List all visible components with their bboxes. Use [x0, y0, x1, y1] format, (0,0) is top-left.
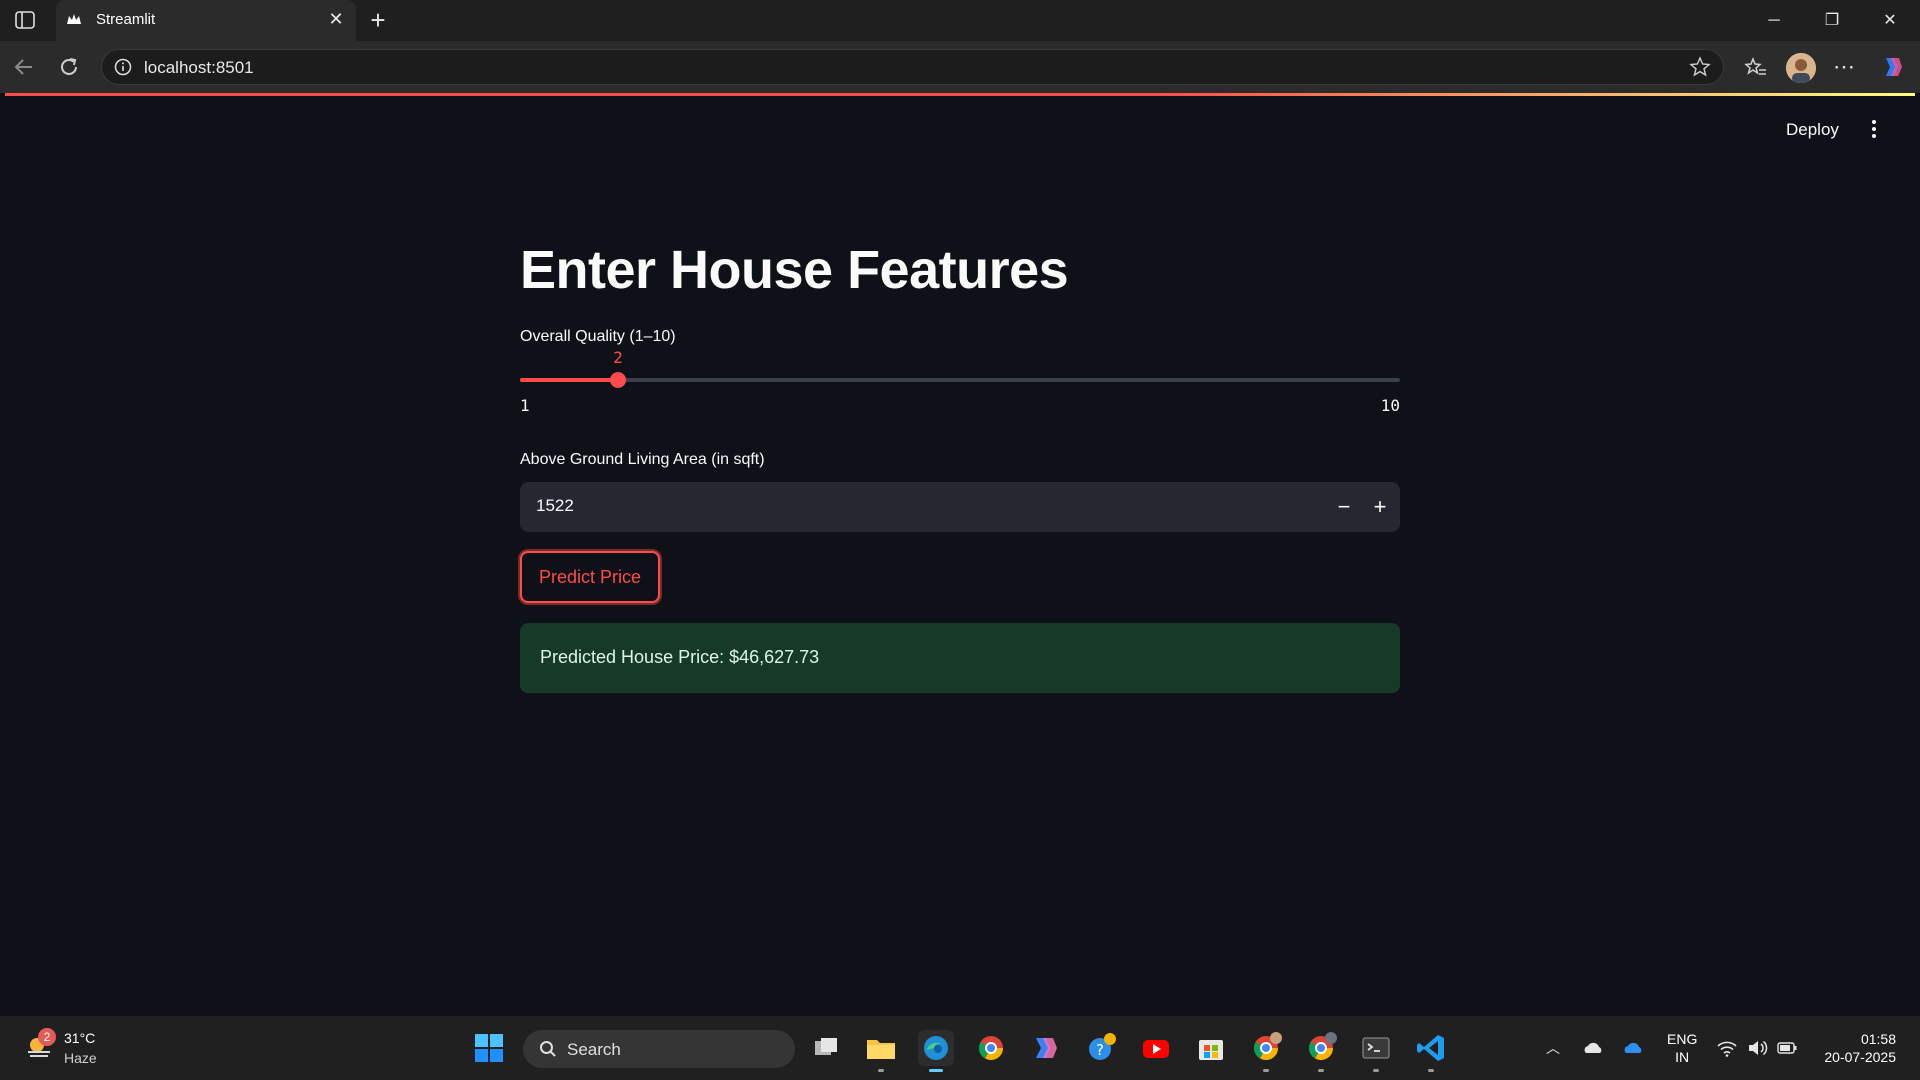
favorite-star-icon[interactable] — [1689, 56, 1711, 78]
running-indicator — [1318, 1069, 1324, 1072]
copilot-icon[interactable] — [1878, 53, 1906, 81]
predict-price-button[interactable]: Predict Price — [520, 551, 660, 603]
slider-current-value: 2 — [613, 348, 623, 367]
main-menu-icon[interactable] — [1869, 118, 1879, 140]
microsoft-store-icon[interactable] — [1193, 1030, 1229, 1066]
running-indicator — [878, 1069, 884, 1072]
living-area-value[interactable]: 1522 — [536, 496, 574, 516]
tab-close-icon[interactable]: ✕ — [326, 9, 346, 29]
slider-min-label: 1 — [520, 396, 530, 415]
more-menu-icon[interactable]: ⋯ — [1830, 53, 1858, 81]
input-language[interactable]: ENG IN — [1667, 1030, 1697, 1066]
profile-photo-icon — [1786, 53, 1816, 83]
weather-temperature[interactable]: 31°C — [64, 1030, 95, 1046]
streamlit-app: Deploy Enter House Features Overall Qual… — [5, 96, 1915, 1016]
language-code: ENG — [1667, 1031, 1698, 1047]
wifi-icon[interactable] — [1716, 1038, 1738, 1058]
living-area-label: Above Ground Living Area (in sqft) — [520, 451, 765, 468]
copilot-app-icon[interactable] — [1028, 1030, 1064, 1066]
taskbar-search[interactable]: Search — [523, 1030, 795, 1068]
edge-icon[interactable] — [918, 1030, 954, 1072]
slider-max-label: 10 — [1380, 396, 1400, 415]
clock-date: 20-07-2025 — [1824, 1049, 1896, 1065]
slider-fill — [520, 378, 618, 382]
close-window-button[interactable]: ✕ — [1866, 8, 1914, 34]
task-view-icon[interactable] — [808, 1030, 844, 1066]
back-arrow-icon[interactable] — [10, 53, 38, 81]
chrome-profile-icon[interactable] — [1248, 1030, 1284, 1072]
running-indicator — [1373, 1069, 1379, 1072]
address-bar[interactable]: localhost:8501 — [101, 49, 1724, 85]
success-alert: Predicted House Price: $46,627.73 — [520, 623, 1400, 693]
active-indicator — [929, 1069, 943, 1072]
chrome-profile-2-icon[interactable] — [1303, 1030, 1339, 1072]
windows-taskbar: 2 31°C Haze Search ? ︿ ENG IN 01:58 20-0… — [0, 1016, 1920, 1080]
restore-button[interactable]: ❐ — [1808, 8, 1856, 34]
decrement-button[interactable]: − — [1324, 482, 1364, 532]
onedrive-personal-icon[interactable] — [1582, 1038, 1604, 1058]
page-title: Enter House Features — [520, 240, 1069, 300]
terminal-icon[interactable] — [1358, 1030, 1394, 1072]
running-indicator — [1263, 1069, 1269, 1072]
deploy-button[interactable]: Deploy — [1786, 120, 1839, 140]
system-clock[interactable]: 01:58 20-07-2025 — [1812, 1030, 1896, 1066]
svg-text:?: ? — [1096, 1041, 1104, 1059]
browser-nav-bar: localhost:8501 ⋯ — [0, 41, 1920, 93]
file-explorer-icon[interactable] — [863, 1030, 899, 1072]
url-text[interactable]: localhost:8501 — [144, 58, 254, 78]
browser-tab-bar: Streamlit ✕ + ─ ❐ ✕ — [0, 0, 1920, 41]
search-placeholder: Search — [567, 1040, 621, 1059]
site-info-icon[interactable] — [114, 58, 132, 76]
slider-thumb[interactable] — [610, 372, 626, 388]
slider-track[interactable] — [520, 378, 1400, 382]
start-windows-icon[interactable] — [471, 1030, 507, 1066]
get-help-icon[interactable]: ? — [1083, 1030, 1119, 1066]
predicted-price-text: Predicted House Price: $46,627.73 — [540, 647, 820, 667]
living-area-input[interactable]: 1522 − + — [520, 482, 1400, 532]
chevron-up-icon[interactable]: ︿ — [1542, 1038, 1564, 1058]
minimize-button[interactable]: ─ — [1750, 8, 1798, 34]
volume-icon[interactable] — [1746, 1038, 1768, 1058]
battery-icon[interactable] — [1776, 1038, 1798, 1058]
clock-time: 01:58 — [1860, 1031, 1896, 1047]
running-indicator — [1428, 1069, 1434, 1072]
chrome-icon[interactable] — [973, 1030, 1009, 1066]
search-icon — [540, 1041, 556, 1057]
reload-icon[interactable] — [55, 53, 83, 81]
weather-badge: 2 — [38, 1028, 56, 1046]
weather-condition[interactable]: Haze — [64, 1050, 97, 1066]
sidebar-toggle-icon[interactable] — [14, 10, 36, 30]
tab-title: Streamlit — [96, 11, 156, 28]
favorites-icon[interactable] — [1742, 53, 1770, 81]
region-code: IN — [1675, 1049, 1690, 1065]
profile-avatar[interactable] — [1786, 53, 1816, 83]
increment-button[interactable]: + — [1360, 482, 1400, 532]
new-tab-button[interactable]: + — [366, 7, 390, 33]
youtube-icon[interactable] — [1138, 1030, 1174, 1066]
onedrive-business-icon[interactable] — [1622, 1038, 1644, 1058]
vscode-icon[interactable] — [1413, 1030, 1449, 1072]
streamlit-crown-icon — [67, 14, 81, 24]
overall-quality-slider[interactable]: 2 1 10 — [520, 348, 1400, 421]
slider-label: Overall Quality (1–10) — [520, 328, 676, 345]
